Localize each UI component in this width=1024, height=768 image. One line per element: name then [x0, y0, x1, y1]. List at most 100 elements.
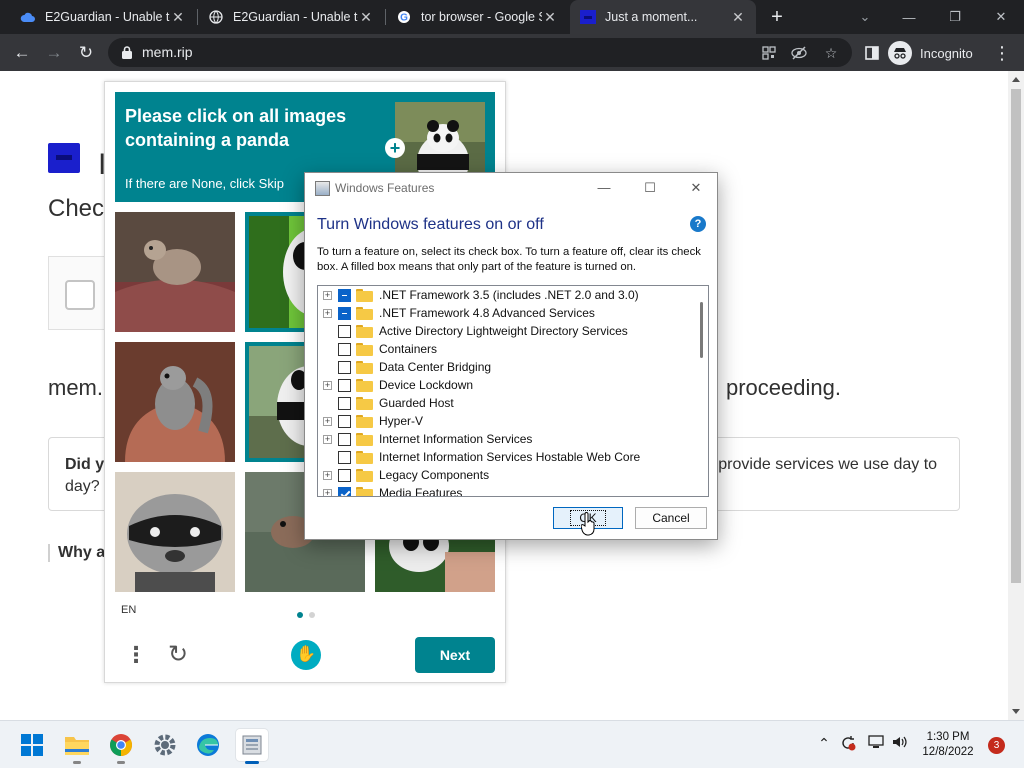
- network-icon[interactable]: [866, 735, 886, 752]
- reload-icon[interactable]: ↻: [72, 39, 100, 67]
- tree-scrollbar[interactable]: [694, 286, 708, 496]
- feature-checkbox[interactable]: [338, 378, 351, 392]
- page-scrollbar[interactable]: [1008, 71, 1024, 720]
- forward-icon[interactable]: →: [40, 39, 68, 67]
- feature-checkbox[interactable]: [338, 486, 351, 496]
- close-icon[interactable]: ✕: [170, 9, 186, 26]
- tracking-blocked-icon[interactable]: [788, 42, 810, 64]
- tab-google-search[interactable]: G tor browser - Google S ✕: [386, 0, 568, 34]
- close-window-icon[interactable]: ✕: [978, 0, 1024, 34]
- feature-row[interactable]: Containers: [318, 340, 693, 358]
- notification-badge[interactable]: 3: [988, 737, 1005, 754]
- tab-search-icon[interactable]: ⌄: [854, 6, 876, 28]
- feature-checkbox[interactable]: [338, 342, 351, 356]
- next-button[interactable]: Next: [415, 637, 495, 673]
- feature-row[interactable]: + .NET Framework 3.5 (includes .NET 2.0 a…: [318, 286, 693, 304]
- close-icon[interactable]: ✕: [730, 9, 746, 26]
- dialog-title-bar[interactable]: Windows Features — ☐ ✕: [305, 173, 717, 203]
- edge-button[interactable]: [192, 729, 224, 761]
- folder-icon: [356, 324, 373, 338]
- close-icon[interactable]: ✕: [673, 177, 719, 199]
- language-selector[interactable]: EN: [121, 604, 136, 616]
- tile-raccoon[interactable]: [115, 472, 235, 592]
- captcha-prompt: Please click on all images containing a …: [125, 106, 347, 150]
- expand-icon[interactable]: +: [323, 380, 332, 390]
- minimize-icon[interactable]: —: [581, 177, 627, 199]
- feature-row[interactable]: + .NET Framework 4.8 Advanced Services: [318, 304, 693, 322]
- start-button[interactable]: [16, 729, 48, 761]
- incognito-indicator[interactable]: Incognito: [888, 39, 973, 67]
- feature-row[interactable]: + Hyper-V: [318, 412, 693, 430]
- chrome-button[interactable]: [105, 729, 137, 764]
- tab-title: Just a moment...: [605, 10, 698, 24]
- captcha-menu-icon[interactable]: ⋮: [125, 642, 147, 668]
- feature-row[interactable]: + Legacy Components: [318, 466, 693, 484]
- feature-row[interactable]: + Media Features: [318, 484, 693, 496]
- verify-checkbox[interactable]: [65, 280, 95, 310]
- expand-icon[interactable]: +: [323, 470, 332, 480]
- start-icon: [21, 734, 43, 756]
- sync-icon[interactable]: [838, 735, 858, 754]
- file-explorer-icon: [65, 737, 89, 755]
- new-tab-button[interactable]: +: [766, 6, 788, 28]
- side-panel-icon[interactable]: [858, 39, 886, 67]
- tile-rodent-couch[interactable]: [115, 212, 235, 332]
- spacer: [323, 398, 332, 408]
- tree-scrollbar-thumb[interactable]: [700, 302, 703, 358]
- tile-squirrel-chair[interactable]: [115, 342, 235, 462]
- scroll-up-icon[interactable]: [1012, 77, 1020, 82]
- more-menu-icon[interactable]: ⋮: [992, 39, 1012, 67]
- feature-row[interactable]: Internet Information Services Hostable W…: [318, 448, 693, 466]
- feature-checkbox[interactable]: [338, 468, 351, 482]
- maximize-icon[interactable]: ☐: [627, 177, 673, 199]
- scroll-down-icon[interactable]: [1012, 709, 1020, 714]
- tab-e2guardian-1[interactable]: E2Guardian - Unable to ✕: [10, 0, 196, 34]
- tab-e2guardian-2[interactable]: E2Guardian - Unable to ✕: [198, 0, 384, 34]
- close-icon[interactable]: ✕: [542, 9, 558, 26]
- expand-icon[interactable]: +: [323, 434, 332, 444]
- add-example-icon[interactable]: +: [385, 138, 405, 158]
- svg-text:G: G: [400, 13, 408, 24]
- file-explorer-button[interactable]: [61, 729, 93, 764]
- clock-date: 12/8/2022: [922, 746, 974, 758]
- show-hidden-icons-icon[interactable]: ⌃: [814, 735, 834, 752]
- help-icon[interactable]: ?: [690, 216, 706, 232]
- spacer: [323, 344, 332, 354]
- feature-row[interactable]: Active Directory Lightweight Directory S…: [318, 322, 693, 340]
- feature-checkbox[interactable]: [338, 450, 351, 464]
- restore-icon[interactable]: ❐: [932, 0, 978, 34]
- feature-checkbox[interactable]: [338, 360, 351, 374]
- feature-label: Legacy Components: [379, 468, 490, 482]
- spacer: [323, 452, 332, 462]
- windows-features-button[interactable]: [236, 729, 268, 764]
- feature-row[interactable]: Guarded Host: [318, 394, 693, 412]
- feature-checkbox[interactable]: [338, 414, 351, 428]
- feature-row[interactable]: + Internet Information Services: [318, 430, 693, 448]
- feature-checkbox[interactable]: [338, 306, 351, 320]
- refresh-icon[interactable]: ↻: [165, 642, 191, 668]
- expand-icon[interactable]: +: [323, 308, 332, 318]
- cancel-button[interactable]: Cancel: [635, 507, 707, 529]
- back-icon[interactable]: ←: [8, 39, 36, 67]
- feature-checkbox[interactable]: [338, 396, 351, 410]
- settings-button[interactable]: [149, 729, 181, 761]
- feature-checkbox[interactable]: [338, 432, 351, 446]
- feature-row[interactable]: + Device Lockdown: [318, 376, 693, 394]
- minimize-icon[interactable]: —: [886, 0, 932, 34]
- expand-icon[interactable]: +: [323, 290, 332, 300]
- scrollbar-thumb[interactable]: [1011, 89, 1021, 583]
- qr-code-icon[interactable]: [758, 42, 780, 64]
- settings-icon: [154, 734, 176, 756]
- feature-row[interactable]: Data Center Bridging: [318, 358, 693, 376]
- bookmark-star-icon[interactable]: ☆: [820, 42, 842, 64]
- volume-icon[interactable]: [890, 735, 910, 752]
- feature-checkbox[interactable]: [338, 288, 351, 302]
- close-icon[interactable]: ✕: [358, 9, 374, 26]
- tab-just-a-moment[interactable]: Just a moment... ✕: [570, 0, 756, 34]
- expand-icon[interactable]: +: [323, 488, 332, 496]
- site-logo: [48, 143, 80, 173]
- address-bar[interactable]: mem.rip ☆: [108, 38, 852, 67]
- expand-icon[interactable]: +: [323, 416, 332, 426]
- feature-checkbox[interactable]: [338, 324, 351, 338]
- system-clock[interactable]: 1:30 PM 12/8/2022: [918, 730, 978, 760]
